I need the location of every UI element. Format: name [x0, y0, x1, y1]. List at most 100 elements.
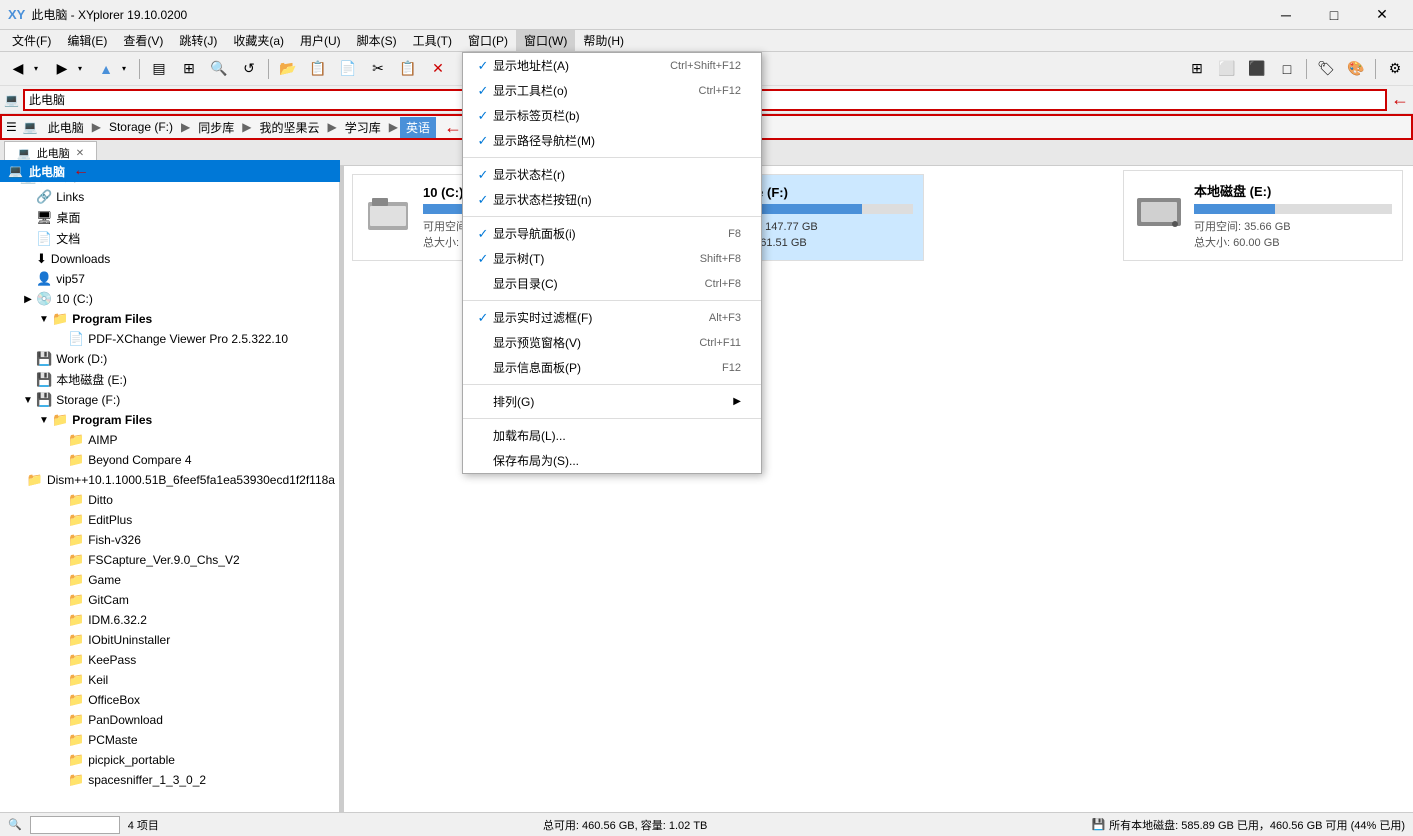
tree-item-aimp[interactable]: 📁 AIMP [0, 430, 339, 450]
settings-button[interactable]: ⚙ [1381, 55, 1409, 83]
menu-window-p[interactable]: 窗口(P) [460, 30, 516, 51]
tree-item-editplus[interactable]: 📁 EditPlus [0, 510, 339, 530]
menu-save-layout[interactable]: 保存布局为(S)... [463, 448, 761, 473]
menu-show-tree[interactable]: ✓ 显示树(T) Shift+F8 [463, 246, 761, 271]
minimize-button[interactable]: ─ [1263, 0, 1309, 30]
path-storage[interactable]: Storage (F:) [103, 118, 179, 136]
menu-help[interactable]: 帮助(H) [575, 30, 632, 51]
menu-file[interactable]: 文件(F) [4, 30, 59, 51]
tree-label-pf-c: Program Files [72, 312, 152, 326]
tree-item-links[interactable]: 🔗 Links [0, 187, 339, 207]
browse-button[interactable]: 📂 [274, 55, 302, 83]
path-computer[interactable]: 此电脑 [42, 117, 90, 138]
copy-button[interactable]: 📋 [304, 55, 332, 83]
tree-item-keil[interactable]: 📁 Keil [0, 670, 339, 690]
menu-script[interactable]: 脚本(S) [349, 30, 405, 51]
menu-show-filter[interactable]: ✓ 显示实时过滤框(F) Alt+F3 [463, 305, 761, 330]
expand-icon-f[interactable]: ▼ [20, 395, 36, 406]
menu-show-catalog[interactable]: ✓ 显示目录(C) Ctrl+F8 [463, 271, 761, 296]
tree-item-docs[interactable]: 📄 文档 [0, 228, 339, 249]
expand-icon-c[interactable]: ▶ [20, 294, 36, 305]
tree-item-programfiles-c[interactable]: ▼ 📁 Program Files [0, 309, 339, 329]
tag-button[interactable]: 🏷 [1312, 55, 1340, 83]
back-button[interactable]: ◀ [4, 55, 32, 83]
tree-item-gitcam[interactable]: 📁 GitCam [0, 590, 339, 610]
menu-arrange[interactable]: 排列(G) ▶ [463, 389, 761, 414]
expand-icon-pf-f[interactable]: ▼ [36, 415, 52, 426]
close-button[interactable]: ✕ [1359, 0, 1405, 30]
menu-show-toolbar[interactable]: ✓ 显示工具栏(o) Ctrl+F12 [463, 78, 761, 103]
path-english[interactable]: 英语 [400, 117, 436, 138]
tree-item-ditto[interactable]: 📁 Ditto [0, 490, 339, 510]
panel-button[interactable]: □ [1273, 55, 1301, 83]
menu-show-status[interactable]: ✓ 显示状态栏(r) [463, 162, 761, 187]
expand-icon-pf-c[interactable]: ▼ [36, 314, 52, 325]
tree-label-game: Game [88, 573, 121, 587]
tree-item-pandownload[interactable]: 📁 PanDownload [0, 710, 339, 730]
paste2-button[interactable]: 📋 [394, 55, 422, 83]
color-button[interactable]: 🎨 [1342, 55, 1370, 83]
tree-item-bc4[interactable]: 📁 Beyond Compare 4 [0, 450, 339, 470]
thumbnails-button[interactable]: ⊞ [175, 55, 203, 83]
sep2 [268, 59, 269, 79]
tree-item-idm[interactable]: 📁 IDM.6.32.2 [0, 610, 339, 630]
up-button[interactable]: ▲ [92, 55, 120, 83]
tree-item-desktop[interactable]: 🖥 桌面 [0, 207, 339, 228]
tree-item-pdfxchange[interactable]: 📄 PDF-XChange Viewer Pro 2.5.322.10 [0, 329, 339, 349]
menu-show-preview[interactable]: ✓ 显示预览窗格(V) Ctrl+F11 [463, 330, 761, 355]
tree-item-fscapture[interactable]: 📁 FSCapture_Ver.9.0_Chs_V2 [0, 550, 339, 570]
paste-button[interactable]: 📄 [334, 55, 362, 83]
menu-show-addr[interactable]: ✓ 显示地址栏(A) Ctrl+Shift+F12 [463, 53, 761, 78]
path-study[interactable]: 学习库 [339, 117, 387, 138]
path-jianguoyun[interactable]: 我的坚果云 [253, 117, 325, 138]
menu-show-status-btn[interactable]: ✓ 显示状态栏按钮(n) [463, 187, 761, 212]
maximize-button[interactable]: □ [1311, 0, 1357, 30]
tree-item-work[interactable]: 💾 Work (D:) [0, 349, 339, 369]
split-v-button[interactable]: ⬛ [1243, 55, 1271, 83]
tree-item-iobit[interactable]: 📁 IObitUninstaller [0, 630, 339, 650]
tree-item-keepass[interactable]: 📁 KeePass [0, 650, 339, 670]
tree-item-programfiles-f[interactable]: ▼ 📁 Program Files [0, 410, 339, 430]
menu-favorites[interactable]: 收藏夹(a) [225, 30, 292, 51]
tree-item-dism[interactable]: 📁 Dism++10.1.1000.51B_6feef5fa1ea53930ec… [0, 470, 339, 490]
menu-view[interactable]: 查看(V) [115, 30, 171, 51]
tree-item-c[interactable]: ▶ 💿 10 (C:) [0, 289, 339, 309]
computer-header-icon: 💻 [8, 164, 23, 178]
path-sync[interactable]: 同步库 [192, 117, 240, 138]
sync-button[interactable]: ↺ [235, 55, 263, 83]
tree-item-fish[interactable]: 📁 Fish-v326 [0, 530, 339, 550]
menu-tools[interactable]: 工具(T) [405, 30, 460, 51]
grid-view-button[interactable]: ⊞ [1183, 55, 1211, 83]
tree-item-e[interactable]: 💾 本地磁盘 (E:) [0, 369, 339, 390]
menu-jump[interactable]: 跳转(J) [171, 30, 225, 51]
computer-header-label: 此电脑 [29, 163, 65, 180]
tree-item-officebox[interactable]: 📁 OfficeBox [0, 690, 339, 710]
up-arrow[interactable]: ▾ [122, 55, 134, 83]
tree-item-spacesniffer[interactable]: 📁 spacesniffer_1_3_0_2 [0, 770, 339, 790]
menu-edit[interactable]: 编辑(E) [59, 30, 115, 51]
tree-item-pcmaste[interactable]: 📁 PCMaste [0, 730, 339, 750]
back-arrow[interactable]: ▾ [34, 55, 46, 83]
menu-user[interactable]: 用户(U) [292, 30, 349, 51]
menu-show-tabs[interactable]: ✓ 显示标签页栏(b) [463, 103, 761, 128]
menu-show-path[interactable]: ✓ 显示路径导航栏(M) [463, 128, 761, 153]
split-h-button[interactable]: ⬜ [1213, 55, 1241, 83]
forward-arrow[interactable]: ▾ [78, 55, 90, 83]
tree-item-downloads[interactable]: ⬇ Downloads [0, 249, 339, 269]
menu-window-w[interactable]: 窗口(W) [516, 30, 575, 51]
tab-close-button[interactable]: ✕ [76, 148, 84, 159]
forward-button[interactable]: ▶ [48, 55, 76, 83]
tree-item-vip57[interactable]: 👤 vip57 [0, 269, 339, 289]
status-search-input[interactable] [30, 816, 120, 834]
menu-show-info[interactable]: ✓ 显示信息面板(P) F12 [463, 355, 761, 380]
drive-tile-e[interactable]: 本地磁盘 (E:) 可用空间: 35.66 GB 总大小: 60.00 GB [1123, 170, 1403, 261]
list-view-button[interactable]: ▤ [145, 55, 173, 83]
tree-item-f[interactable]: ▼ 💾 Storage (F:) [0, 390, 339, 410]
tree-item-game[interactable]: 📁 Game [0, 570, 339, 590]
tree-item-picpick[interactable]: 📁 picpick_portable [0, 750, 339, 770]
menu-load-layout[interactable]: 加载布局(L)... [463, 423, 761, 448]
search-button[interactable]: 🔍 [205, 55, 233, 83]
cut-button[interactable]: ✂ [364, 55, 392, 83]
delete-button[interactable]: ✕ [424, 55, 452, 83]
menu-show-nav[interactable]: ✓ 显示导航面板(i) F8 [463, 221, 761, 246]
